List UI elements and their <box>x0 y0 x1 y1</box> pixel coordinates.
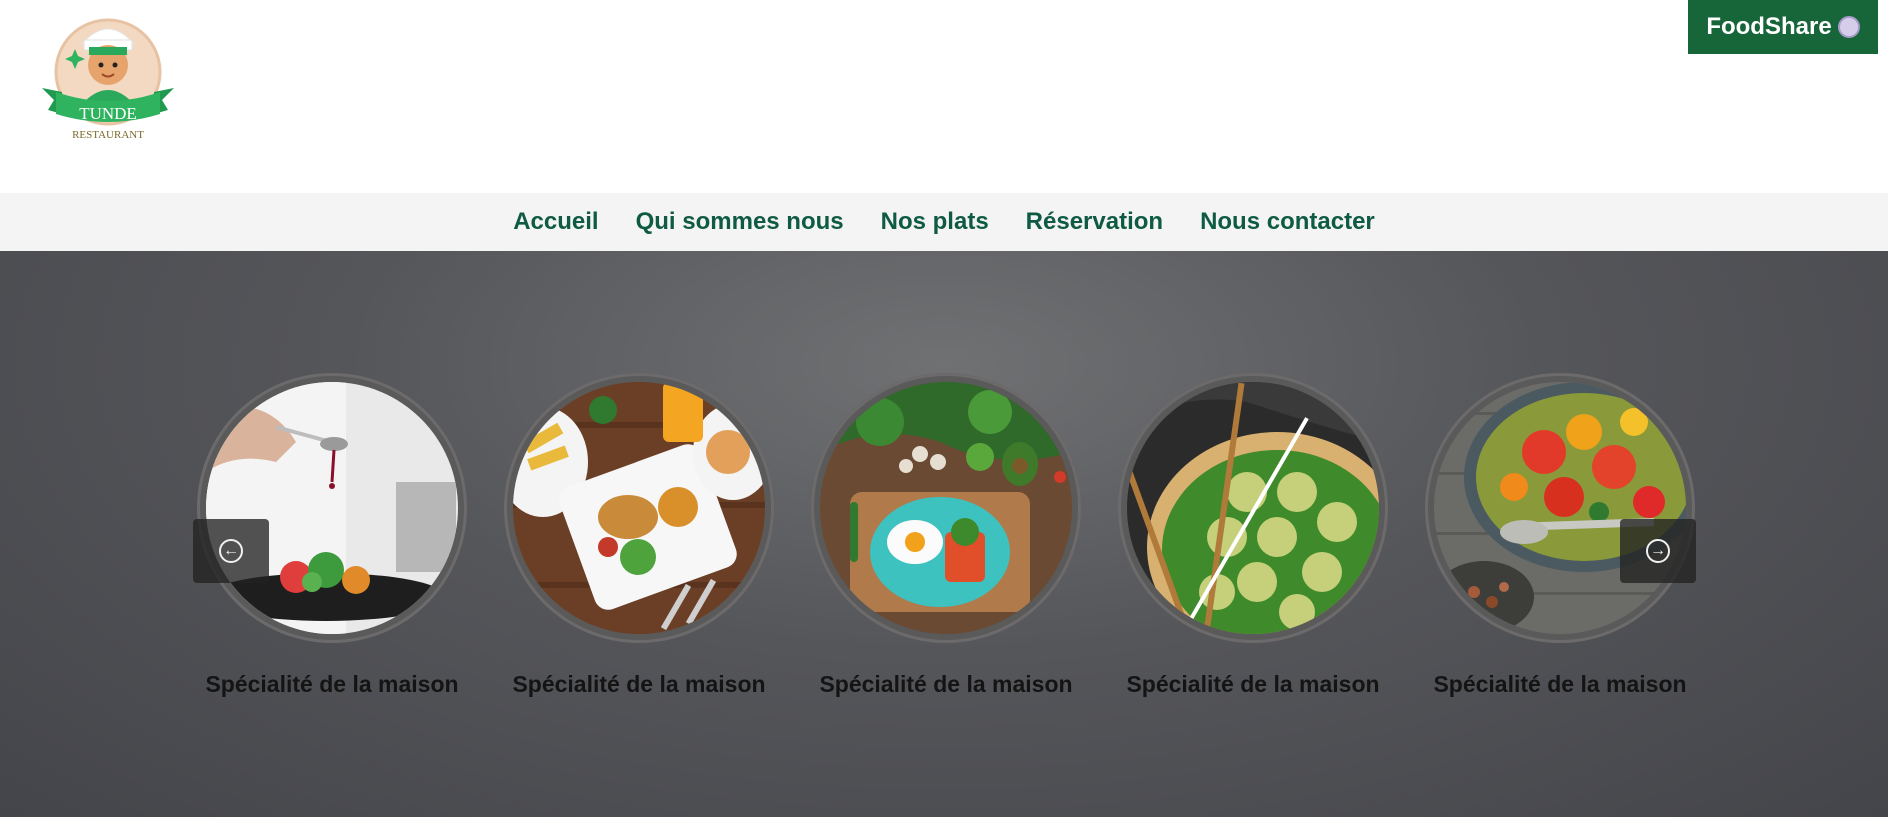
arrow-right-circle-icon: → <box>1646 539 1670 563</box>
nav-item-nous-contacter[interactable]: Nous contacter <box>1200 208 1375 236</box>
dish-image-frame <box>1118 373 1388 643</box>
plate-icon <box>1837 16 1860 38</box>
main-nav: Accueil Qui sommes nous Nos plats Réserv… <box>0 193 1888 251</box>
foodshare-badge[interactable]: FoodShare <box>1688 0 1878 54</box>
dish-caption: Spécialité de la maison <box>205 671 459 697</box>
dish-carousel: Spécialité de la maison Spécialité de la… <box>0 251 1888 817</box>
dish-image <box>1434 382 1686 634</box>
dish-caption: Spécialité de la maison <box>819 671 1073 697</box>
carousel-prev-button[interactable]: ← <box>193 519 269 583</box>
dish-caption: Spécialité de la maison <box>1126 671 1380 697</box>
dish-image <box>1127 382 1379 634</box>
dish-card[interactable]: Spécialité de la maison <box>1118 373 1388 698</box>
dish-image <box>206 382 458 634</box>
logo-text-main: TUNDE <box>79 104 137 123</box>
dish-caption: Spécialité de la maison <box>1433 671 1687 697</box>
dish-card[interactable]: Spécialité de la maison <box>811 373 1081 698</box>
restaurant-logo[interactable]: TUNDE RESTAURANT <box>34 10 182 144</box>
dish-image-frame <box>504 373 774 643</box>
site-header: TUNDE RESTAURANT FoodShare <box>0 0 1888 193</box>
nav-item-qui-sommes-nous[interactable]: Qui sommes nous <box>636 208 844 236</box>
dish-card[interactable]: Spécialité de la maison <box>504 373 774 698</box>
nav-item-accueil[interactable]: Accueil <box>513 208 598 236</box>
logo-text-sub: RESTAURANT <box>72 129 144 141</box>
arrow-left-circle-icon: ← <box>219 539 243 563</box>
dish-image-frame <box>197 373 467 643</box>
nav-item-reservation[interactable]: Réservation <box>1026 208 1163 236</box>
carousel-next-button[interactable]: → <box>1620 519 1696 583</box>
dish-image <box>513 382 765 634</box>
dish-image-frame <box>1425 373 1695 643</box>
dish-caption: Spécialité de la maison <box>512 671 766 697</box>
dish-image <box>820 382 1072 634</box>
dish-image-frame <box>811 373 1081 643</box>
nav-item-nos-plats[interactable]: Nos plats <box>881 208 989 236</box>
foodshare-label: FoodShare <box>1706 13 1832 40</box>
